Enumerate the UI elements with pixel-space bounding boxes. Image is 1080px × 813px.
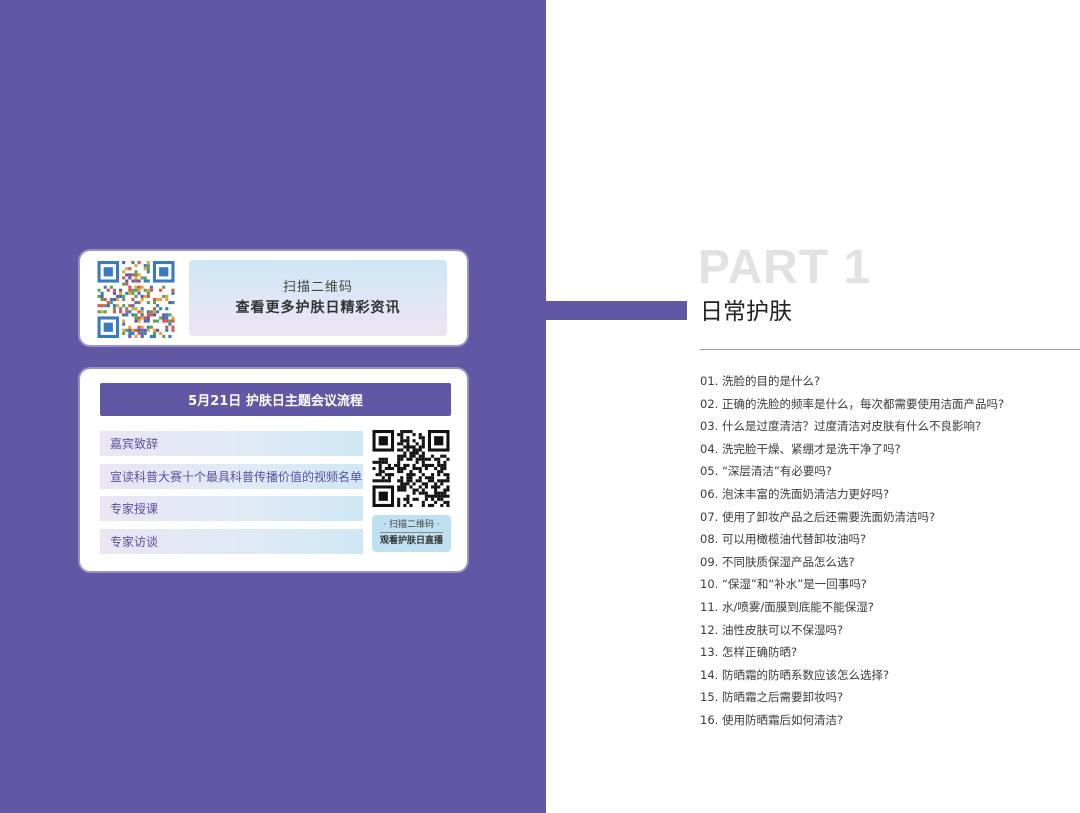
question-list: 01. 洗脸的目的是什么? 02. 正确的洗脸的频率是什么，每次都需要使用洁面产品… [700, 370, 1004, 732]
agenda-item: 专家访谈 [100, 529, 363, 554]
question-item: 03. 什么是过度清洁？过度清洁对皮肤有什么不良影响? [700, 419, 982, 434]
agenda-item: 嘉宾致辞 [100, 431, 363, 456]
agenda-item: 宣读科普大赛十个最具科普传播价值的视频名单 [100, 464, 363, 489]
question-item: 01. 洗脸的目的是什么? [700, 374, 821, 388]
question-item: 10. “保湿”和“补水”是一回事吗? [700, 577, 867, 592]
live-line2: 观看护肤日直播 [379, 532, 443, 548]
question-item: 11. 水/喷雾/面膜到底能不能保湿? [700, 599, 874, 614]
question-item: 12. 油性皮肤可以不保湿吗? [700, 622, 844, 637]
question-item: 05. “深层清洁”有必要吗? [700, 464, 832, 479]
agenda-item: 专家授课 [100, 496, 363, 521]
scan-info-banner: 扫描二维码 查看更多护肤日精彩资讯 [189, 260, 447, 336]
question-item: 04. 洗完脸干燥、紧绷才是洗干净了吗? [700, 441, 901, 456]
question-item: 08. 可以用橄榄油代替卸妆油吗? [700, 532, 867, 547]
question-item: 14. 防晒霜的防晒系数应该怎么选择? [700, 667, 890, 682]
live-line1: · 扫描二维码 · [383, 520, 440, 530]
scan-info-line2: 查看更多护肤日精彩资讯 [235, 300, 401, 316]
agenda-title: 5月21日 护肤日主题会议流程 [100, 383, 451, 416]
section-title: 日常护肤 [700, 299, 792, 325]
part-label: PART 1 [698, 241, 872, 294]
question-item: 07. 使用了卸妆产品之后还需要洗面奶清洁吗? [700, 509, 936, 524]
scan-info-line1: 扫描二维码 [282, 280, 353, 295]
section-connector-bar [546, 301, 687, 320]
qr-code-icon[interactable] [372, 430, 450, 507]
question-item: 09. 不同肤质保湿产品怎么选? [700, 554, 855, 569]
qr-code-icon[interactable] [97, 261, 175, 338]
question-item: 02. 正确的洗脸的频率是什么，每次都需要使用洁面产品吗? [700, 396, 1005, 411]
live-stream-banner: · 扫描二维码 · 观看护肤日直播 [372, 515, 451, 552]
question-item: 16. 使用防晒霜后如何清洁? [700, 712, 844, 727]
question-item: 06. 泡沫丰富的洗面奶清洁力更好吗? [700, 486, 890, 501]
question-item: 13. 怎样正确防晒? [700, 645, 798, 660]
divider [700, 349, 1080, 350]
question-item: 15. 防晒霜之后需要卸妆吗? [700, 690, 844, 705]
